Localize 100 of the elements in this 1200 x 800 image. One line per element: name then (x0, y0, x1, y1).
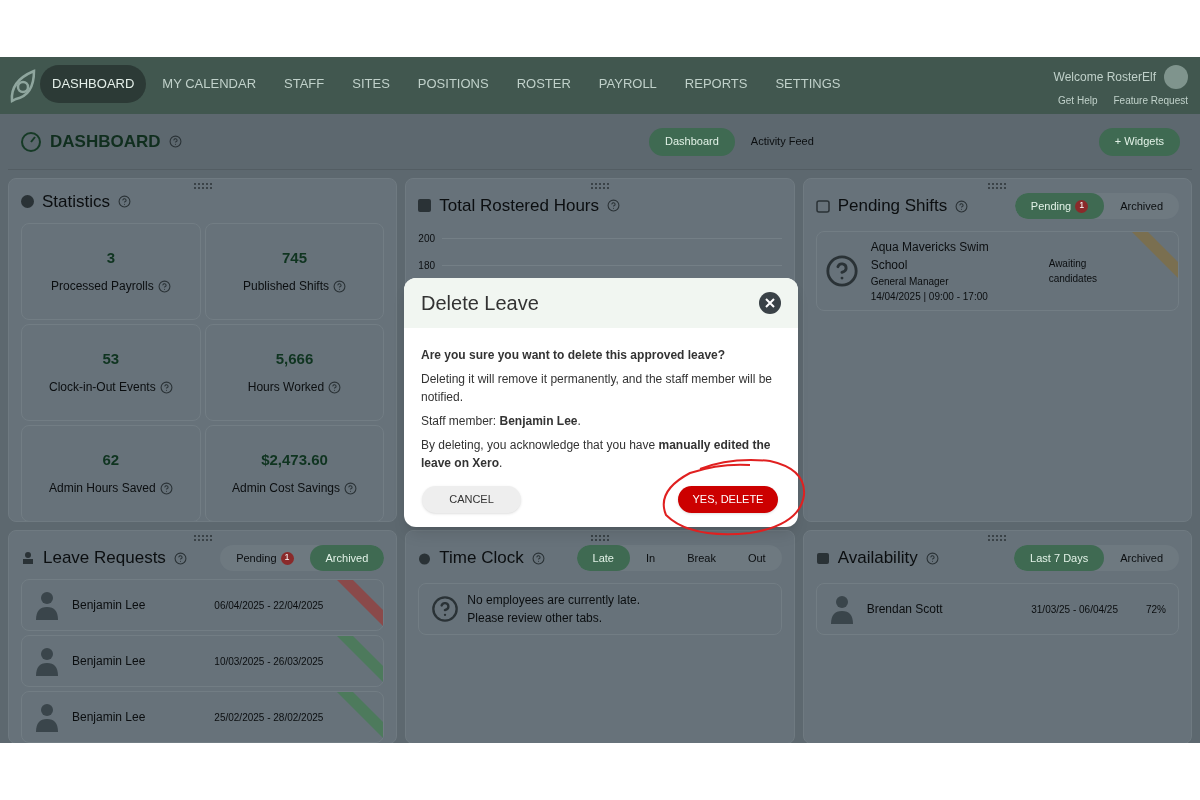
leave-row[interactable]: Benjamin Lee 06/04/2025 - 22/04/2025 (21, 579, 385, 631)
leave-row[interactable]: Benjamin Lee 25/02/2025 - 28/02/2025 (21, 691, 385, 743)
tab[interactable]: Late (576, 545, 630, 571)
person-silhouette-icon (828, 594, 855, 624)
nav-item[interactable]: REPORTS (672, 65, 760, 103)
close-button[interactable] (759, 292, 781, 314)
stat-value: $2,473.60 (261, 449, 328, 470)
axis-tick-label: 180 (418, 258, 436, 273)
tab[interactable]: Out (731, 545, 782, 571)
help-icon[interactable] (157, 279, 171, 293)
tab[interactable]: Pending 1 (1014, 193, 1105, 219)
empty-message: Please review other tabs. (467, 610, 604, 627)
leave-dates: 10/03/2025 - 26/03/2025 (214, 654, 324, 669)
view-tab[interactable]: Activity Feed (734, 127, 830, 156)
stat-label: Admin Hours Saved (48, 480, 156, 498)
staff-name: Benjamin Lee (72, 597, 146, 614)
stat-label: Clock-in-Out Events (48, 379, 156, 397)
dialog-title: Delete Leave (421, 291, 539, 316)
tab[interactable]: Archived (1104, 545, 1179, 571)
help-icon[interactable] (925, 551, 939, 565)
nav-item[interactable]: POSITIONS (405, 65, 501, 103)
drag-handle-icon[interactable] (591, 183, 609, 189)
close-icon (765, 298, 775, 308)
person-silhouette-icon (34, 590, 60, 620)
stat-value: 745 (281, 247, 307, 268)
stat-label: Published Shifts (242, 278, 329, 296)
shift-status: Awaiting candidates (1048, 257, 1099, 286)
dialog-text: Deleting it will remove it permanently, and the staff member will be notified. (421, 371, 774, 406)
nav-item[interactable]: SITES (340, 65, 402, 103)
shift-position: General Manager (870, 275, 950, 289)
staff-name: Brendan Scott (866, 601, 943, 618)
drag-handle-icon[interactable] (988, 535, 1007, 541)
help-icon[interactable] (531, 551, 545, 565)
nav-item[interactable]: STAFF (272, 65, 337, 103)
axis-tick-label: 200 (418, 231, 436, 246)
staff-name: Benjamin Lee (72, 709, 146, 726)
widget-title: Total Rostered Hours (439, 195, 599, 217)
help-icon[interactable] (607, 199, 620, 213)
availability-row[interactable]: Brendan Scott 31/03/25 - 06/04/25 72% (815, 583, 1179, 635)
tab[interactable]: Pending 1 (220, 545, 310, 571)
dialog-text: By deleting, you acknowledge that you have manually edited the leave on Xero. (421, 437, 772, 472)
dialog-text: Staff member: Benjamin Lee. (421, 413, 582, 430)
widget-title: Time Clock (439, 547, 524, 570)
stat-value: 62 (102, 449, 120, 470)
empty-message: No employees are currently late. (467, 592, 641, 609)
help-icon[interactable] (328, 380, 342, 394)
leave-dates: 25/02/2025 - 28/02/2025 (214, 710, 324, 725)
leave-row[interactable]: Benjamin Lee 10/03/2025 - 26/03/2025 (21, 635, 385, 687)
help-icon[interactable] (344, 481, 357, 495)
tab[interactable]: Archived (309, 545, 385, 571)
leave-dates: 06/04/2025 - 22/04/2025 (214, 598, 324, 613)
count-badge: 1 (280, 551, 294, 565)
tab[interactable]: Last 7 Days (1014, 545, 1105, 571)
person-icon (21, 551, 35, 565)
feature-request-link[interactable]: Feature Request (1113, 93, 1188, 108)
help-icon[interactable] (118, 195, 132, 209)
cancel-button[interactable]: CANCEL (422, 486, 521, 513)
add-widgets-button[interactable]: + Widgets (1098, 127, 1180, 156)
person-silhouette-icon (34, 702, 60, 732)
widget-title: Pending Shifts (837, 195, 948, 218)
yes-delete-button[interactable]: YES, DELETE (678, 486, 778, 513)
stat-value: 53 (102, 348, 120, 369)
dialog-question: Are you sure you want to delete this approved leave? (421, 347, 727, 364)
availability-percent: 72% (1146, 602, 1166, 617)
tab[interactable]: Break (671, 545, 732, 571)
nav-item[interactable]: MY CALENDAR (150, 65, 269, 103)
shift-card[interactable]: Aqua Mavericks Swim School General Manager 14/04/2025 | 09:00 - 17:00 Awaiting candidates (815, 231, 1179, 311)
get-help-link[interactable]: Get Help (1058, 93, 1098, 108)
leaf-clock-logo-icon[interactable] (8, 69, 36, 105)
nav-item[interactable]: SETTINGS (763, 65, 853, 103)
shift-time: 14/04/2025 | 09:00 - 17:00 (870, 290, 989, 304)
question-mark-icon (824, 254, 859, 288)
nav-item[interactable]: DASHBOARD (40, 65, 147, 103)
help-icon[interactable] (168, 135, 182, 148)
widget-title: Leave Requests (43, 547, 166, 570)
tab[interactable]: Archived (1104, 193, 1179, 219)
help-icon[interactable] (159, 481, 173, 495)
drag-handle-icon[interactable] (193, 183, 212, 189)
person-silhouette-icon (34, 646, 60, 676)
availability-dates: 31/03/25 - 06/04/25 (1031, 602, 1118, 617)
stat-label: Hours Worked (247, 379, 325, 397)
nav-item[interactable]: PAYROLL (586, 65, 669, 103)
welcome-text: Welcome RosterElf (1053, 69, 1156, 86)
nav-item[interactable]: ROSTER (504, 65, 583, 103)
count-badge: 1 (1075, 199, 1089, 213)
drag-handle-icon[interactable] (193, 535, 212, 541)
help-icon[interactable] (955, 199, 969, 213)
question-circle-icon (431, 595, 460, 623)
tab[interactable]: In (630, 545, 672, 571)
help-icon[interactable] (159, 380, 173, 394)
gauge-icon (20, 130, 42, 153)
help-icon[interactable] (333, 279, 346, 293)
view-tab[interactable]: Dashboard (649, 127, 735, 156)
help-icon[interactable] (173, 551, 187, 565)
widget-title: Statistics (42, 191, 111, 213)
drag-handle-icon[interactable] (988, 183, 1007, 189)
stat-label: Processed Payrolls (50, 278, 154, 296)
drag-handle-icon[interactable] (591, 535, 609, 541)
stat-label: Admin Cost Savings (231, 480, 340, 498)
stat-value: 3 (106, 247, 115, 268)
